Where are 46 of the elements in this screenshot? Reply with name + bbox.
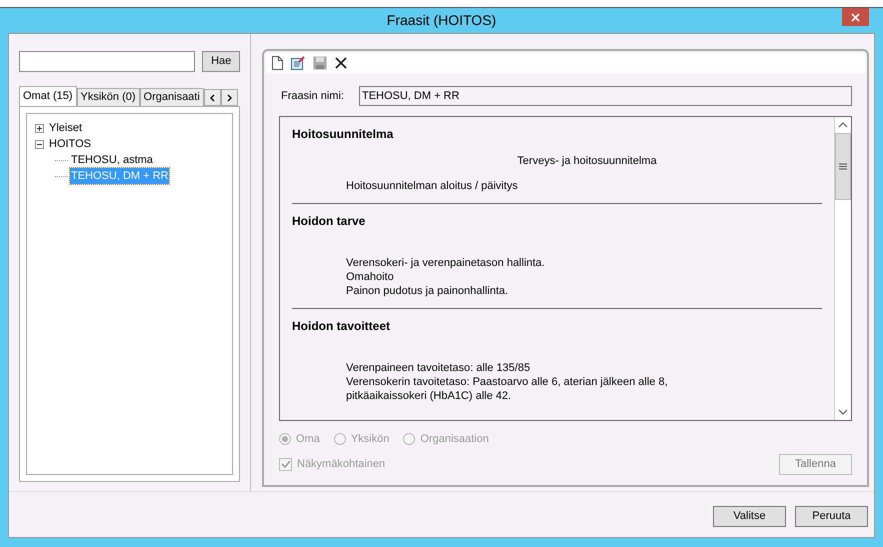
radio-button[interactable] [403, 433, 416, 446]
section-heading: Hoitosuunnitelma [292, 126, 394, 143]
new-document-icon[interactable] [272, 56, 283, 70]
scroll-thumb[interactable] [835, 133, 851, 200]
close-button[interactable] [842, 8, 869, 26]
tree-item[interactable]: Yleiset [48, 120, 84, 136]
checkbox-label: Näkymäkohtainen [297, 456, 386, 472]
body-text: Verensokerin tavoitetaso: Paastoarvo alle 6, aterian jälkeen alle 8, pitkäaikaissokeri (HbA1C) alle 42. [345, 374, 669, 402]
dialog-button[interactable]: Valitse [713, 506, 786, 527]
close-icon [851, 12, 860, 22]
scroll-left-button[interactable] [204, 89, 221, 106]
tree-item[interactable]: TEHOSU, astma [70, 152, 154, 168]
edit-document-icon[interactable] [291, 56, 305, 70]
radio-button[interactable] [279, 433, 291, 446]
body-text: Verensokeri- ja verenpainetason hallinta. [345, 256, 546, 270]
search-button[interactable]: Hae [202, 51, 240, 72]
tab[interactable]: Yksikön (0) [76, 88, 140, 106]
radio-label: Yksikön [350, 432, 390, 447]
checkbox[interactable] [279, 458, 292, 470]
window-title: Fraasit (HOITOS) [386, 11, 496, 30]
tab[interactable]: Organisaati [140, 88, 204, 106]
save-button[interactable]: Tallenna [779, 454, 852, 474]
name-label: Fraasin nimi: [281, 88, 344, 104]
dialog-button[interactable]: Peruuta [795, 506, 868, 527]
body-text: Painon pudotus ja painonhallinta. [345, 284, 510, 298]
name-field[interactable]: TEHOSU, DM + RR [358, 86, 852, 106]
search-field[interactable] [19, 51, 196, 72]
radio-label: Organisaation [420, 432, 489, 447]
section-heading: Hoidon tavoitteet [292, 318, 391, 334]
expander-icon[interactable] [35, 124, 44, 132]
tree-item[interactable]: HOITOS [48, 136, 92, 152]
body-text: Hoitosuunnitelman aloitus / päivitys [345, 178, 519, 192]
expander-icon[interactable] [35, 140, 44, 148]
chevron-left-icon [210, 94, 215, 102]
radio-label: Oma [296, 432, 320, 447]
section-heading: Hoidon tarve [292, 212, 366, 230]
scroll-right-button[interactable] [220, 89, 238, 106]
scrollbar[interactable] [834, 117, 851, 420]
chevron-right-icon [226, 94, 232, 102]
centered-text: Terveys- ja hoitosuunnitelma [516, 154, 658, 169]
radio-button[interactable] [334, 433, 346, 446]
tab[interactable]: Omat (15) [19, 86, 77, 106]
close-icon[interactable] [335, 57, 347, 69]
body-text: Omahoito [345, 270, 395, 284]
body-text: Verenpaineen tavoitetaso: alle 135/85 [345, 360, 532, 374]
save-icon[interactable] [313, 56, 327, 70]
